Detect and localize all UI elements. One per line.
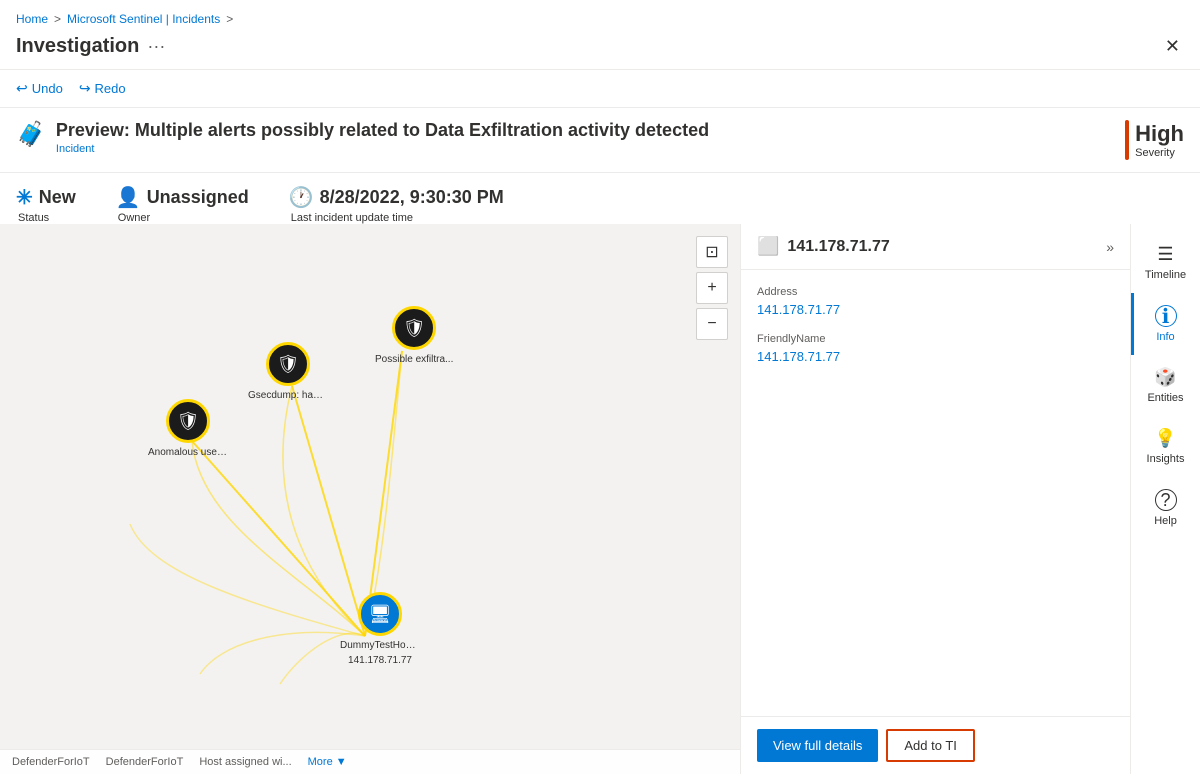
time-value: 8/28/2022, 9:30:30 PM: [320, 187, 504, 208]
node-label-exfiltration: Possible exfiltra...: [375, 354, 453, 365]
bottom-overlay: DefenderForIoT DefenderForIoT Host assig…: [0, 749, 740, 774]
close-button[interactable]: ✕: [1161, 32, 1184, 61]
zoom-in-button[interactable]: +: [696, 272, 728, 304]
insights-label: Insights: [1147, 453, 1185, 465]
status-row: ✳ New Status 👤 Unassigned Owner 🕐 8/28/2…: [0, 173, 1200, 224]
friendlyname-value: 141.178.71.77: [757, 349, 1114, 364]
owner-label: Owner: [116, 212, 249, 224]
view-full-details-button[interactable]: View full details: [757, 729, 878, 762]
breadcrumb-sep1: >: [54, 12, 61, 26]
node-anomalous[interactable]: 🛡 Anomalous user ac...: [148, 399, 228, 458]
entities-label: Entities: [1147, 392, 1183, 404]
info-icon: ℹ: [1155, 305, 1177, 327]
undo-button[interactable]: ↩ Undo: [16, 76, 63, 101]
breadcrumb-sep2: >: [226, 12, 233, 26]
tab-help[interactable]: ? Help: [1131, 477, 1200, 539]
node-ip-main: 141.178.71.77: [348, 655, 412, 666]
node-label-gsecdump: Gsecdump: hackto...: [248, 390, 328, 401]
address-value: 141.178.71.77: [757, 302, 1114, 317]
redo-icon: ↪: [79, 80, 91, 97]
tab-insights[interactable]: 💡 Insights: [1131, 416, 1200, 477]
more-options-button[interactable]: ···: [147, 36, 165, 57]
help-label: Help: [1154, 515, 1177, 527]
entity-field-friendlyname: FriendlyName 141.178.71.77: [757, 333, 1114, 364]
zoom-out-button[interactable]: −: [696, 308, 728, 340]
sidebar-tabs: ☰ Timeline ℹ Info 🎲 Entities 💡 Insights …: [1130, 224, 1200, 774]
entity-panel-title: ⬜ 141.178.71.77: [757, 236, 890, 257]
status-item-time: 🕐 8/28/2022, 9:30:30 PM Last incident up…: [289, 185, 504, 224]
timeline-label: Timeline: [1145, 269, 1186, 281]
collapse-panel-button[interactable]: »: [1106, 239, 1114, 255]
status-item-owner: 👤 Unassigned Owner: [116, 185, 249, 224]
help-icon: ?: [1155, 489, 1177, 511]
redo-button[interactable]: ↪ Redo: [79, 76, 126, 101]
node-circle-gsecdump: 🛡: [266, 342, 310, 386]
node-circle-anomalous: 🛡: [166, 399, 210, 443]
severity-bar: [1125, 120, 1129, 160]
bottom-label-2: DefenderForIoT: [106, 756, 184, 768]
entities-icon: 🎲: [1154, 367, 1176, 388]
severity-value: High: [1135, 121, 1184, 147]
incident-icon: 🧳: [16, 120, 46, 149]
entity-panel-header: ⬜ 141.178.71.77 »: [741, 224, 1130, 270]
main-content: 🛡 Anomalous user ac... 🛡 Gsecdump: hackt…: [0, 224, 1200, 774]
owner-value: Unassigned: [147, 187, 249, 208]
address-label: Address: [757, 286, 1114, 298]
node-gsecdump[interactable]: 🛡 Gsecdump: hackto...: [248, 342, 328, 401]
entity-detail-panel: ⬜ 141.178.71.77 » Address 141.178.71.77 …: [740, 224, 1130, 774]
timeline-icon: ☰: [1157, 244, 1173, 265]
status-new-icon: ✳: [16, 185, 33, 210]
entity-body: Address 141.178.71.77 FriendlyName 141.1…: [741, 270, 1130, 716]
node-exfiltration[interactable]: 🛡 Possible exfiltra...: [375, 306, 453, 365]
fit-view-button[interactable]: ⊡: [696, 236, 728, 268]
page-header: Investigation ··· ✕: [0, 32, 1200, 69]
node-main[interactable]: 🖥 DummyTestHost-980... 141.178.71.77: [340, 592, 420, 666]
entity-panel: ⬜ 141.178.71.77 » Address 141.178.71.77 …: [741, 224, 1130, 774]
friendlyname-label: FriendlyName: [757, 333, 1114, 345]
severity-block: High Severity: [1064, 120, 1184, 160]
node-label-anomalous: Anomalous user ac...: [148, 447, 228, 458]
more-dropdown[interactable]: More ▼: [308, 756, 347, 768]
info-label: Info: [1156, 331, 1174, 343]
page-title: Investigation: [16, 35, 139, 58]
node-circle-exfiltration: 🛡: [392, 306, 436, 350]
undo-icon: ↩: [16, 80, 28, 97]
tab-entities[interactable]: 🎲 Entities: [1131, 355, 1200, 416]
status-value: New: [39, 187, 76, 208]
graph-svg: [0, 224, 740, 774]
graph-controls: ⊡ + −: [696, 236, 728, 340]
node-label-main: DummyTestHost-980...: [340, 640, 420, 651]
tab-info[interactable]: ℹ Info: [1131, 293, 1200, 355]
node-circle-main: 🖥: [358, 592, 402, 636]
breadcrumb-home[interactable]: Home: [16, 12, 48, 26]
incident-bar: 🧳 Preview: Multiple alerts possibly rela…: [0, 108, 1200, 173]
incident-title: Preview: Multiple alerts possibly relate…: [56, 120, 709, 141]
status-item-status: ✳ New Status: [16, 185, 76, 224]
breadcrumb: Home > Microsoft Sentinel | Incidents >: [0, 0, 1200, 32]
bottom-label-3: Host assigned wi...: [199, 756, 291, 768]
entity-actions: View full details Add to TI: [741, 716, 1130, 774]
owner-icon: 👤: [116, 185, 141, 210]
add-to-ti-button[interactable]: Add to TI: [886, 729, 975, 762]
status-label: Status: [16, 212, 76, 224]
breadcrumb-incidents[interactable]: Microsoft Sentinel | Incidents: [67, 12, 220, 26]
time-icon: 🕐: [289, 185, 314, 210]
graph-area[interactable]: 🛡 Anomalous user ac... 🛡 Gsecdump: hackt…: [0, 224, 740, 774]
time-label: Last incident update time: [289, 212, 504, 224]
entity-field-address: Address 141.178.71.77: [757, 286, 1114, 317]
bottom-label-1: DefenderForIoT: [12, 756, 90, 768]
toolbar: ↩ Undo ↪ Redo: [0, 69, 1200, 108]
incident-type-label: Incident: [56, 143, 709, 155]
severity-label: Severity: [1135, 147, 1184, 159]
insights-icon: 💡: [1154, 428, 1176, 449]
entity-title-text: 141.178.71.77: [787, 238, 889, 256]
entity-type-icon: ⬜: [757, 236, 779, 257]
tab-timeline[interactable]: ☰ Timeline: [1131, 232, 1200, 293]
